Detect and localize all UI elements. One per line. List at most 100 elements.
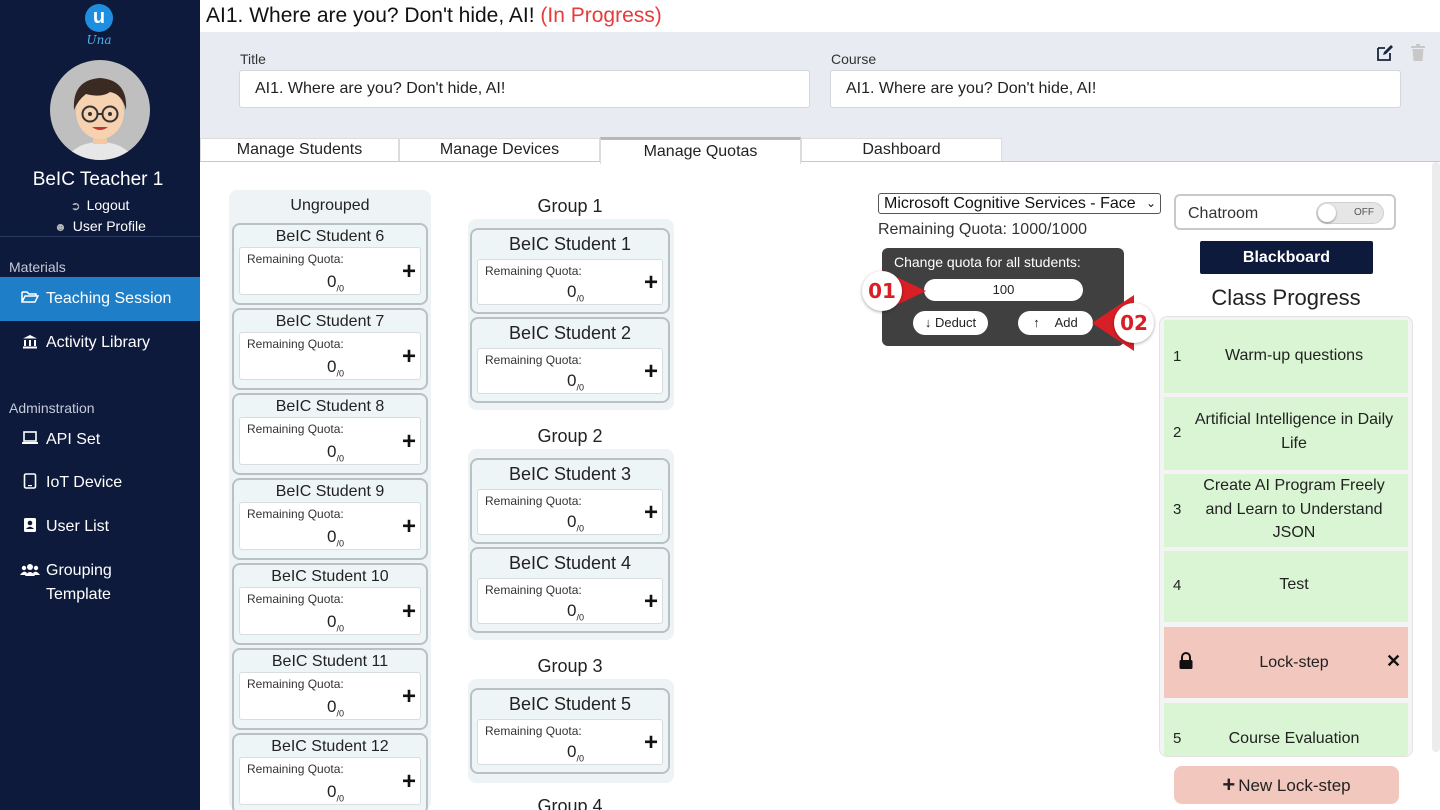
student-name: BeIC Student 2 [508, 323, 632, 343]
logo-mark: u [85, 4, 113, 32]
quota-box: Remaining Quota: 0/0 + [239, 332, 421, 380]
logout-link[interactable]: ➲ Logout [0, 197, 200, 213]
remaining-quota-label: Remaining Quota: [247, 677, 344, 691]
progress-step[interactable]: 2 Artificial Intelligence in Daily Life [1164, 397, 1408, 470]
progress-step[interactable]: 5 Course Evaluation [1164, 703, 1408, 756]
plus-icon[interactable]: + [644, 271, 658, 295]
sidebar-item-grouping-template[interactable]: Grouping Template [0, 555, 200, 607]
remaining-quota-label: Remaining Quota: [485, 583, 582, 597]
blackboard-button[interactable]: Blackboard [1200, 241, 1373, 274]
progress-step[interactable]: 1 Warm-up questions [1164, 320, 1408, 393]
deduct-button[interactable]: ↓ Deduct [913, 311, 988, 335]
quota-box: Remaining Quota: 0/0 + [239, 757, 421, 805]
group-title: Group 3 [537, 656, 603, 676]
remaining-quota-value: 0/0 [327, 442, 344, 464]
tab-manage-quotas[interactable]: Manage Quotas [600, 137, 801, 164]
remaining-quota-value: 0/0 [567, 512, 584, 534]
plus-icon[interactable]: + [402, 770, 416, 794]
course-field[interactable]: AI1. Where are you? Don't hide, AI! [830, 70, 1401, 108]
student-card: BeIC Student 9 Remaining Quota: 0/0 + [232, 478, 428, 560]
sidebar-item-api-set[interactable]: API Set [0, 418, 200, 462]
sidebar-item-teaching-session[interactable]: Teaching Session [0, 277, 200, 321]
student-card: BeIC Student 10 Remaining Quota: 0/0 + [232, 563, 428, 645]
plus-icon[interactable]: + [402, 430, 416, 454]
tab-manage-students[interactable]: Manage Students [200, 138, 399, 161]
scrollbar[interactable] [1432, 162, 1440, 752]
plus-icon[interactable]: + [402, 515, 416, 539]
new-lock-step-button[interactable]: + New Lock-step [1174, 766, 1399, 804]
step-number: 3 [1173, 501, 1182, 518]
quota-box: Remaining Quota: 0/0 + [477, 489, 663, 535]
plus-icon[interactable]: + [402, 345, 416, 369]
lock-step[interactable]: Lock-step ✕ [1164, 627, 1408, 698]
step-number: 2 [1173, 424, 1182, 441]
student-card: BeIC Student 8 Remaining Quota: 0/0 + [232, 393, 428, 475]
quota-box: Remaining Quota: 0/0 + [239, 417, 421, 465]
trash-icon[interactable] [1410, 44, 1426, 62]
plus-icon[interactable]: + [644, 360, 658, 384]
quota-amount-input[interactable]: 100 [924, 279, 1083, 301]
app-logo[interactable]: u Una [82, 4, 116, 47]
plus-icon[interactable]: + [644, 731, 658, 755]
student-card: BeIC Student 7 Remaining Quota: 0/0 + [232, 308, 428, 390]
step-marker-01: 01 [862, 271, 902, 311]
plus-icon: + [1222, 772, 1236, 797]
remaining-quota-label: Remaining Quota: [247, 422, 344, 436]
student-name: BeIC Student 1 [508, 234, 632, 254]
session-title: AI1. Where are you? Don't hide, AI! [206, 4, 535, 27]
plus-icon[interactable]: + [644, 590, 658, 614]
chevron-down-icon: ⌄ [1145, 196, 1156, 210]
student-card: BeIC Student 11 Remaining Quota: 0/0 + [232, 648, 428, 730]
page-title: AI1. Where are you? Don't hide, AI! (In … [206, 4, 662, 28]
remaining-quota-label: Remaining Quota: [247, 252, 344, 266]
progress-step[interactable]: 3 Create AI Program Freely and Learn to … [1164, 474, 1408, 547]
step-number: 1 [1173, 348, 1182, 365]
sidebar-item-user-list[interactable]: User List [0, 505, 200, 549]
title-label: Title [240, 51, 266, 67]
add-button[interactable]: ↑ Add [1018, 311, 1093, 335]
chatroom-toggle[interactable]: OFF [1316, 202, 1384, 224]
quota-box: Remaining Quota: 0/0 + [477, 719, 663, 765]
remaining-quota-value: 0/0 [567, 601, 584, 623]
title-field[interactable]: AI1. Where are you? Don't hide, AI! [239, 70, 810, 108]
sidebar-item-iot-device[interactable]: IoT Device [0, 461, 200, 505]
quota-box: Remaining Quota: 0/0 + [239, 587, 421, 635]
api-service-select[interactable]: Microsoft Cognitive Services - Face ⌄ [878, 193, 1161, 214]
edit-icon[interactable] [1376, 44, 1394, 62]
materials-section-label: Materials [9, 259, 66, 275]
plus-icon[interactable]: + [402, 685, 416, 709]
plus-icon[interactable]: + [644, 501, 658, 525]
remaining-quota-label: Remaining Quota: [247, 762, 344, 776]
avatar [50, 60, 150, 160]
student-name: BeIC Student 11 [271, 653, 389, 670]
plus-icon[interactable]: + [402, 600, 416, 624]
quota-box: Remaining Quota: 0/0 + [239, 247, 421, 295]
logout-icon: ➲ [70, 199, 81, 213]
sidebar-item-activity-library[interactable]: Activity Library [0, 321, 200, 365]
remaining-quota-label: Remaining Quota: [485, 494, 582, 508]
remaining-quota-value: 0/0 [567, 742, 584, 764]
remaining-quota-value: 0/0 [567, 282, 584, 304]
plus-icon[interactable]: + [402, 260, 416, 284]
remaining-quota-label: Remaining Quota: [247, 337, 344, 351]
user-profile-link[interactable]: ☻ User Profile [0, 218, 200, 234]
close-icon[interactable]: ✕ [1386, 651, 1401, 672]
chatroom-toggle-box: Chatroom OFF [1174, 194, 1396, 230]
student-card: BeIC Student 12 Remaining Quota: 0/0 + [232, 733, 428, 810]
user-icon: ☻ [54, 220, 67, 234]
student-name: BeIC Student 5 [508, 694, 632, 714]
status-label: (In Progress) [540, 4, 662, 27]
progress-step[interactable]: 4 Test [1164, 551, 1408, 622]
step-number: 4 [1173, 577, 1182, 594]
sidebar-item-label: API Set [46, 431, 101, 448]
student-name: BeIC Student 3 [508, 464, 632, 484]
sidebar-item-label: Grouping Template [46, 562, 112, 603]
chatroom-label: Chatroom [1188, 205, 1259, 222]
student-card: BeIC Student 2 Remaining Quota: 0/0 + [470, 317, 670, 403]
remaining-quota-value: 0/0 [327, 782, 344, 804]
group-title: Group 4 [537, 796, 603, 810]
remaining-quota-value: 0/0 [327, 612, 344, 634]
tab-manage-devices[interactable]: Manage Devices [399, 138, 600, 161]
total-remaining-quota: Remaining Quota: 1000/1000 [878, 221, 1088, 238]
tab-dashboard[interactable]: Dashboard [801, 138, 1002, 161]
